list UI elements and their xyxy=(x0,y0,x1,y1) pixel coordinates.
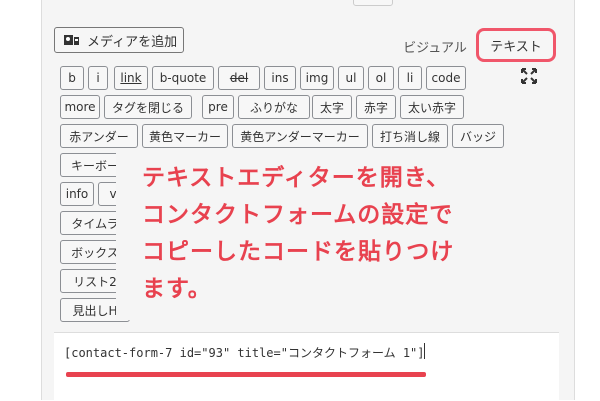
media-icon xyxy=(63,31,81,49)
qt-strikethrough-button[interactable]: 打ち消し線 xyxy=(372,124,448,148)
qt-more-button[interactable]: more xyxy=(60,95,100,119)
qt-red-underline-button[interactable]: 赤アンダー xyxy=(60,124,138,148)
qt-furigana-button[interactable]: ふりがな xyxy=(238,95,310,119)
shortcode-text: [contact-form-7 id="93" title="コンタクトフォーム… xyxy=(64,346,425,360)
text-caret xyxy=(424,343,425,359)
qt-img-button[interactable]: img xyxy=(300,66,334,90)
annotation-line-4: ます。 xyxy=(142,276,212,302)
qt-bold-red-button[interactable]: 太い赤字 xyxy=(400,95,464,119)
qt-bold-jp-button[interactable]: 太字 xyxy=(312,95,352,119)
tab-visual[interactable]: ビジュアル xyxy=(398,33,472,59)
add-media-button[interactable]: メディアを追加 xyxy=(54,27,184,53)
qt-link-button[interactable]: link xyxy=(114,66,148,90)
qt-ol-button[interactable]: ol xyxy=(368,66,394,90)
qt-pre-button[interactable]: pre xyxy=(202,95,234,119)
qt-italic-button[interactable]: i xyxy=(88,66,108,90)
add-media-label: メディアを追加 xyxy=(87,34,178,50)
qt-badge-button[interactable]: バッジ xyxy=(452,124,504,148)
qt-li-button[interactable]: li xyxy=(398,66,422,90)
qt-del-button[interactable]: del xyxy=(218,66,260,90)
fullscreen-icon[interactable] xyxy=(520,67,538,85)
top-button-stub[interactable] xyxy=(353,0,393,6)
tab-text[interactable]: テキスト xyxy=(476,28,556,62)
qt-info-button[interactable]: info xyxy=(60,182,94,206)
qt-bquote-button[interactable]: b-quote xyxy=(152,66,214,90)
editor-content-area[interactable] xyxy=(54,332,559,401)
qt-code-button[interactable]: code xyxy=(426,66,466,90)
qt-red-button[interactable]: 赤字 xyxy=(356,95,396,119)
highlight-underline xyxy=(66,372,426,377)
qt-close-tags-button[interactable]: タグを閉じる xyxy=(104,95,192,119)
qt-yellow-under-marker-button[interactable]: 黄色アンダーマーカー xyxy=(232,124,368,148)
annotation-line-1: テキストエディターを開き、 xyxy=(142,165,451,191)
annotation-text: テキストエディターを開き、 コンタクトフォームの設定で コピーしたコードを貼りつ… xyxy=(142,160,512,308)
qt-bold-button[interactable]: b xyxy=(60,66,84,90)
qt-yellow-marker-button[interactable]: 黄色マーカー xyxy=(142,124,228,148)
annotation-line-2: コンタクトフォームの設定で xyxy=(142,202,454,228)
qt-ins-button[interactable]: ins xyxy=(264,66,296,90)
annotation-line-3: コピーしたコードを貼りつけ xyxy=(142,239,455,265)
qt-ul-button[interactable]: ul xyxy=(338,66,364,90)
